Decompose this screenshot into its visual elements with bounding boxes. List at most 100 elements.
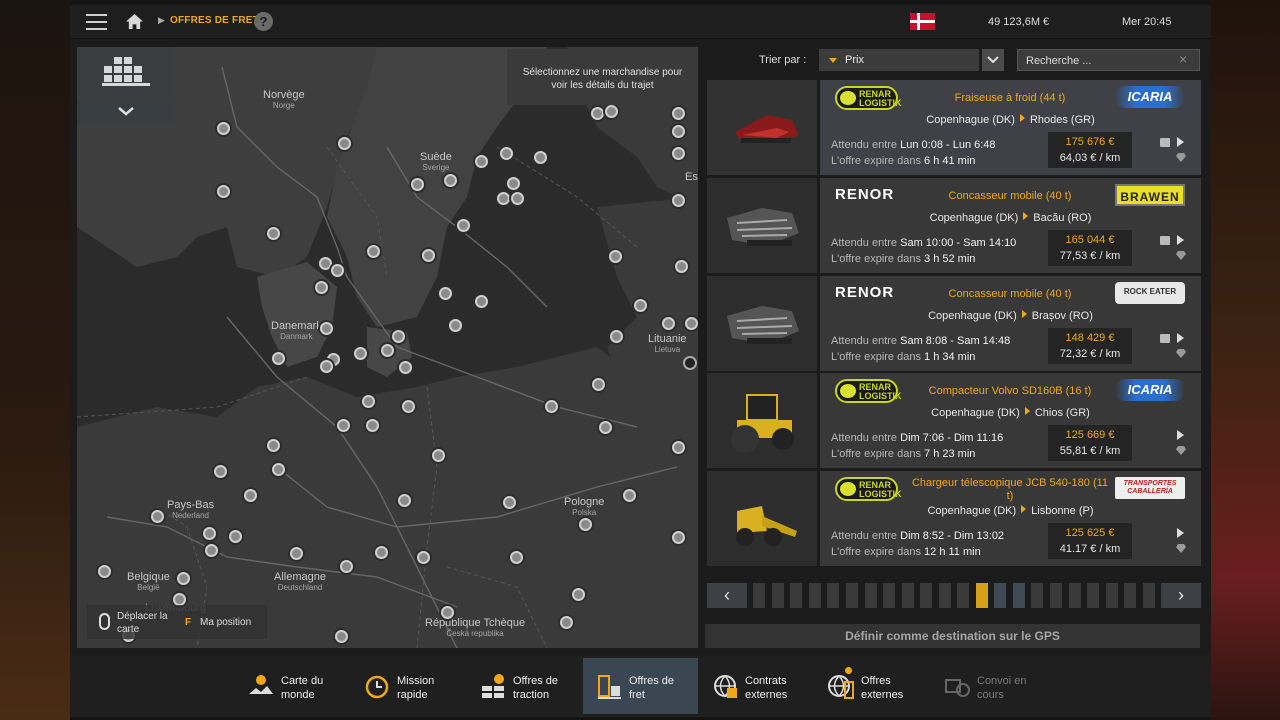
city-marker[interactable]: [510, 551, 523, 564]
city-marker[interactable]: [366, 419, 379, 432]
city-marker[interactable]: [572, 588, 585, 601]
city-marker[interactable]: [335, 630, 348, 643]
sort-dropdown-button[interactable]: [982, 49, 1004, 71]
city-marker[interactable]: [272, 352, 285, 365]
city-marker[interactable]: [685, 317, 698, 330]
city-marker[interactable]: [503, 496, 516, 509]
page-indicator[interactable]: [846, 583, 858, 608]
next-page-button[interactable]: ›: [1161, 583, 1201, 608]
city-marker[interactable]: [507, 177, 520, 190]
city-marker[interactable]: [217, 185, 230, 198]
cargo-view-button[interactable]: [77, 47, 175, 95]
nav-freight-offers[interactable]: Offres de fret: [583, 658, 698, 714]
page-indicator[interactable]: [809, 583, 821, 608]
offer-row[interactable]: RENOR Concasseur mobile (40 t) ROCK EATE…: [707, 276, 1201, 371]
city-marker[interactable]: [457, 219, 470, 232]
city-marker[interactable]: [214, 465, 227, 478]
city-marker[interactable]: [675, 260, 688, 273]
city-marker[interactable]: [432, 449, 445, 462]
city-marker[interactable]: [417, 551, 430, 564]
city-marker[interactable]: [672, 147, 685, 160]
page-indicator[interactable]: [883, 583, 895, 608]
help-button[interactable]: ?: [254, 12, 273, 31]
city-marker[interactable]: [98, 565, 111, 578]
offer-row[interactable]: RENAR LOGISTIK Compacteur Volvo SD160B (…: [707, 373, 1201, 468]
page-indicator[interactable]: [920, 583, 932, 608]
previous-page-button[interactable]: ‹: [707, 583, 747, 608]
city-marker[interactable]: [591, 107, 604, 120]
city-marker[interactable]: [441, 606, 454, 619]
page-indicator[interactable]: [753, 583, 765, 608]
page-indicator[interactable]: [1106, 583, 1118, 608]
sort-select[interactable]: Prix: [819, 49, 979, 71]
city-marker[interactable]: [337, 419, 350, 432]
page-indicator[interactable]: [976, 583, 988, 608]
city-marker[interactable]: [354, 347, 367, 360]
page-indicator[interactable]: [1050, 583, 1062, 608]
page-indicator[interactable]: [790, 583, 802, 608]
city-marker[interactable]: [610, 330, 623, 343]
city-marker[interactable]: [609, 250, 622, 263]
city-marker[interactable]: [267, 439, 280, 452]
city-marker[interactable]: [592, 378, 605, 391]
city-marker[interactable]: [244, 489, 257, 502]
city-marker[interactable]: [217, 122, 230, 135]
clear-search-icon[interactable]: ×: [1179, 51, 1187, 67]
city-marker[interactable]: [177, 572, 190, 585]
city-marker[interactable]: [672, 531, 685, 544]
menu-icon[interactable]: [86, 14, 107, 30]
city-marker[interactable]: [623, 489, 636, 502]
city-marker[interactable]: [599, 421, 612, 434]
city-marker[interactable]: [560, 616, 573, 629]
page-indicator[interactable]: [939, 583, 951, 608]
city-marker[interactable]: [672, 107, 685, 120]
offer-row[interactable]: RENAR LOGISTIK Fraiseuse à froid (44 t) …: [707, 80, 1201, 175]
city-marker[interactable]: [320, 322, 333, 335]
city-marker[interactable]: [511, 192, 524, 205]
nav-quick-job[interactable]: Mission rapide: [351, 658, 466, 714]
city-marker[interactable]: [229, 530, 242, 543]
page-indicator[interactable]: [994, 583, 1006, 608]
city-marker[interactable]: [340, 560, 353, 573]
city-marker[interactable]: [399, 361, 412, 374]
offer-row[interactable]: RENOR Concasseur mobile (40 t) BRAWEN Co…: [707, 178, 1201, 273]
city-marker[interactable]: [449, 319, 462, 332]
page-indicator[interactable]: [827, 583, 839, 608]
city-marker[interactable]: [367, 245, 380, 258]
nav-external-contracts[interactable]: Contrats externes: [699, 658, 814, 714]
city-marker[interactable]: [662, 317, 675, 330]
city-marker[interactable]: [290, 547, 303, 560]
city-marker[interactable]: [375, 546, 388, 559]
search-input[interactable]: Recherche ...: [1017, 49, 1200, 71]
city-marker[interactable]: [605, 105, 618, 118]
set-gps-destination-button[interactable]: Définir comme destination sur le GPS: [705, 624, 1200, 648]
city-marker[interactable]: [579, 518, 592, 531]
city-marker[interactable]: [534, 151, 547, 164]
city-marker[interactable]: [500, 147, 513, 160]
city-marker[interactable]: [672, 125, 685, 138]
city-marker[interactable]: [362, 395, 375, 408]
compass-icon[interactable]: [683, 356, 697, 370]
city-marker[interactable]: [411, 178, 424, 191]
city-marker[interactable]: [475, 155, 488, 168]
page-indicator[interactable]: [772, 583, 784, 608]
page-indicator[interactable]: [1013, 583, 1025, 608]
city-marker[interactable]: [545, 400, 558, 413]
city-marker[interactable]: [267, 227, 280, 240]
city-marker[interactable]: [151, 510, 164, 523]
page-indicator[interactable]: [1069, 583, 1081, 608]
page-indicator[interactable]: [1143, 583, 1155, 608]
city-marker[interactable]: [392, 330, 405, 343]
city-marker[interactable]: [205, 544, 218, 557]
city-marker[interactable]: [634, 299, 647, 312]
player-truck-marker[interactable]: [381, 344, 394, 357]
nav-world-map[interactable]: Carte du monde: [235, 658, 350, 714]
city-marker[interactable]: [402, 400, 415, 413]
city-marker[interactable]: [203, 527, 216, 540]
page-indicator[interactable]: [1124, 583, 1136, 608]
page-indicator[interactable]: [1031, 583, 1043, 608]
city-marker[interactable]: [672, 194, 685, 207]
city-marker[interactable]: [439, 287, 452, 300]
city-marker[interactable]: [398, 494, 411, 507]
nav-trailer-offers[interactable]: Offres de traction: [467, 658, 582, 714]
